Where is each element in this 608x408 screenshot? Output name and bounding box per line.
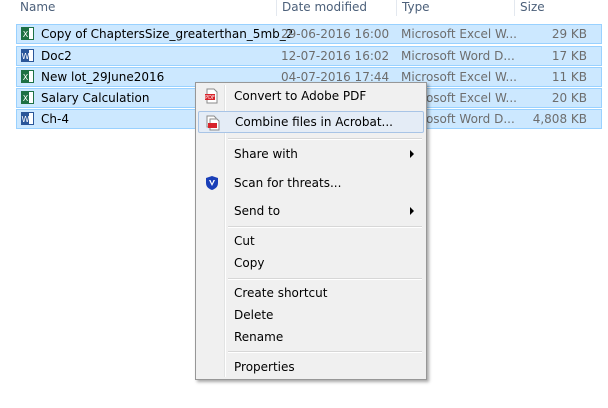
menu-item-send-to[interactable]: Send to xyxy=(198,200,424,222)
submenu-arrow-icon xyxy=(410,207,414,215)
menu-item-copy[interactable]: Copy xyxy=(198,252,424,274)
menu-separator xyxy=(228,351,422,353)
menu-separator xyxy=(228,138,422,140)
excel-file-icon: X xyxy=(21,27,34,40)
svg-text:X: X xyxy=(23,94,29,103)
menu-item-combine-in-acrobat[interactable]: Combine files in Acrobat... xyxy=(198,111,424,133)
menu-item-label: Delete xyxy=(234,308,274,322)
file-type: Microsoft Word D... xyxy=(401,49,515,63)
column-divider[interactable] xyxy=(276,0,277,16)
menu-item-label: Scan for threats... xyxy=(234,176,342,190)
column-header-bar: Name Date modified Type Size xyxy=(0,0,608,16)
file-size: 4,808 KB xyxy=(532,112,587,126)
word-file-icon: W xyxy=(21,49,34,62)
svg-text:W: W xyxy=(22,52,30,61)
menu-item-label: Send to xyxy=(234,204,281,218)
file-name: Doc2 xyxy=(41,49,72,63)
menu-item-label: Properties xyxy=(234,360,295,374)
svg-text:X: X xyxy=(23,30,29,39)
menu-item-convert-to-pdf[interactable]: PDF Convert to Adobe PDF xyxy=(198,85,424,107)
menu-item-delete[interactable]: Delete xyxy=(198,304,424,326)
word-file-icon: W xyxy=(21,112,34,125)
adobe-pdf-icon: PDF xyxy=(205,88,218,104)
submenu-arrow-icon xyxy=(410,150,414,158)
file-date: 29-06-2016 16:00 xyxy=(281,27,390,41)
menu-item-share-with[interactable]: Share with xyxy=(198,143,424,165)
menu-item-label: Rename xyxy=(234,330,284,344)
file-size: 11 KB xyxy=(551,70,587,84)
menu-item-scan-for-threats[interactable]: Scan for threats... xyxy=(198,172,424,194)
menu-separator xyxy=(228,278,422,280)
file-size: 17 KB xyxy=(551,49,587,63)
svg-text:W: W xyxy=(22,115,30,124)
menu-item-create-shortcut[interactable]: Create shortcut xyxy=(198,282,424,304)
menu-separator xyxy=(228,226,422,228)
column-header-type[interactable]: Type xyxy=(398,0,514,16)
menu-item-rename[interactable]: Rename xyxy=(198,326,424,348)
menu-item-label: Share with xyxy=(234,147,298,161)
menu-item-properties[interactable]: Properties xyxy=(198,356,424,378)
svg-text:X: X xyxy=(23,73,29,82)
column-divider[interactable] xyxy=(396,0,397,16)
column-divider[interactable] xyxy=(514,0,515,16)
menu-item-label: Cut xyxy=(234,234,255,248)
column-header-size[interactable]: Size xyxy=(516,0,606,16)
file-row[interactable]: X Copy of ChaptersSize_greaterthan_5mb_2… xyxy=(16,24,602,44)
file-row[interactable]: W Doc2 12-07-2016 16:02 Microsoft Word D… xyxy=(16,46,602,66)
excel-file-icon: X xyxy=(21,70,34,83)
file-name: Copy of ChaptersSize_greaterthan_5mb_2 xyxy=(41,27,294,41)
column-header-date-modified[interactable]: Date modified xyxy=(278,0,396,16)
menu-item-cut[interactable]: Cut xyxy=(198,230,424,252)
file-size: 20 KB xyxy=(551,91,587,105)
svg-text:PDF: PDF xyxy=(205,95,215,101)
menu-item-label: Convert to Adobe PDF xyxy=(234,89,367,103)
file-date: 12-07-2016 16:02 xyxy=(281,49,390,63)
column-header-name[interactable]: Name xyxy=(16,0,276,16)
file-type: Microsoft Excel W... xyxy=(401,27,517,41)
menu-item-label: Create shortcut xyxy=(234,286,328,300)
menu-item-label: Copy xyxy=(234,256,265,270)
file-size: 29 KB xyxy=(551,27,587,41)
context-menu: PDF Convert to Adobe PDF Combine files i… xyxy=(195,82,427,380)
shield-scan-icon xyxy=(206,176,218,190)
acrobat-combine-icon xyxy=(206,115,220,131)
excel-file-icon: X xyxy=(21,91,34,104)
menu-item-label: Combine files in Acrobat... xyxy=(235,115,393,129)
